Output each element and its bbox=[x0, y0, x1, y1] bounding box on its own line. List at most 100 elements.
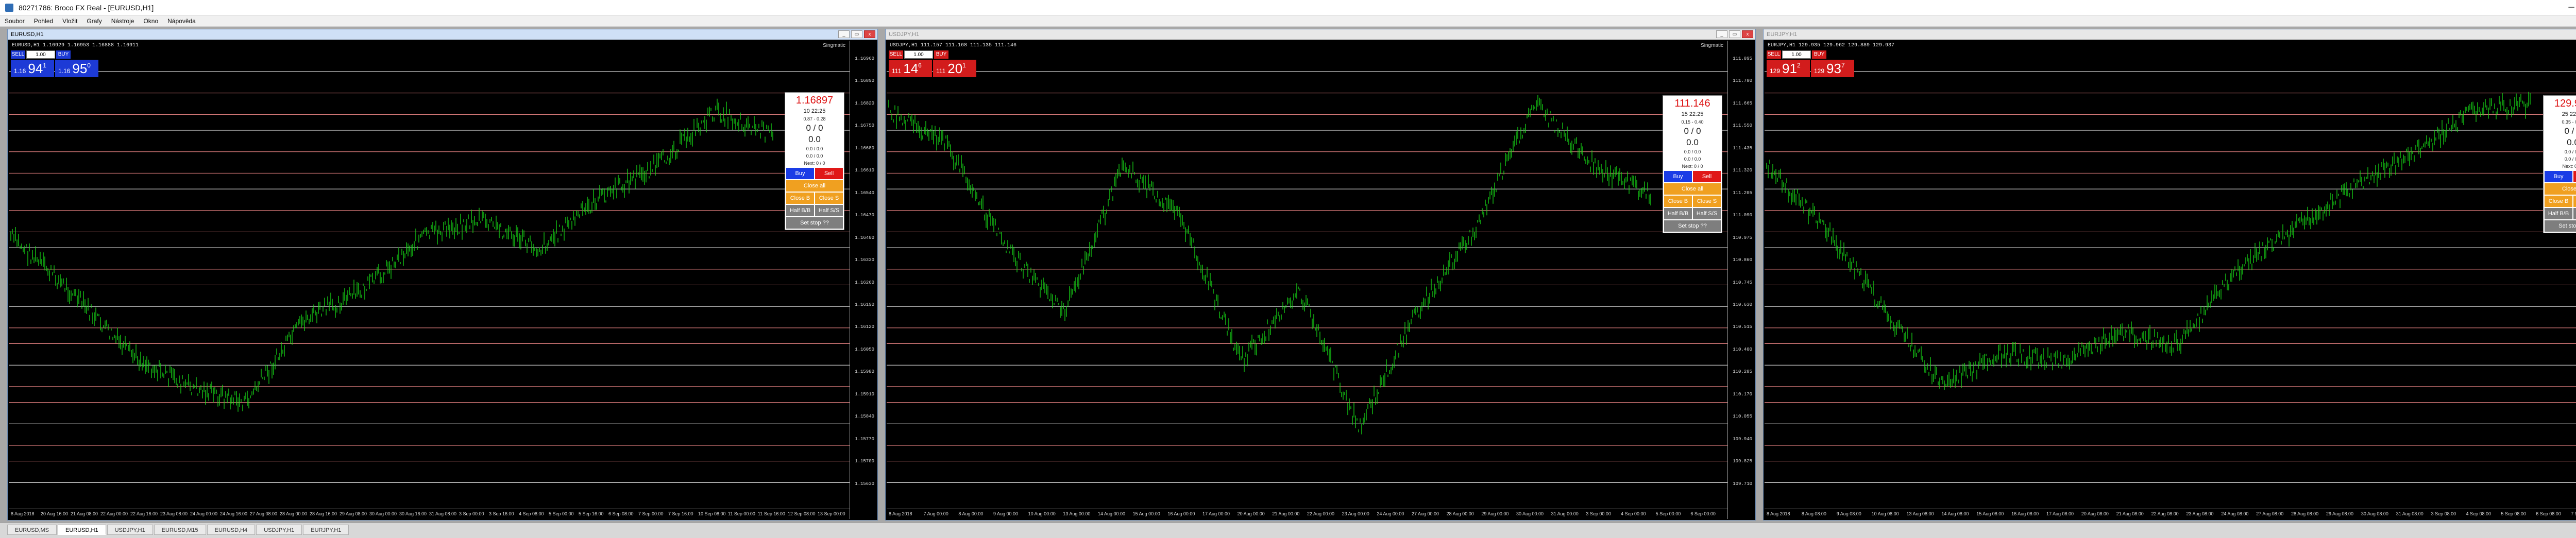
chart-tab-2[interactable]: USDJPY,H1 bbox=[107, 525, 153, 535]
caption-buttons: _ ▭ x bbox=[1716, 30, 1753, 38]
chart-restore-button[interactable]: ▭ bbox=[1729, 30, 1740, 38]
panel-close-all-button[interactable]: Close all bbox=[786, 180, 843, 192]
oct-sell-button[interactable]: SELL bbox=[889, 50, 903, 59]
panel-close-buy-button[interactable]: Close B bbox=[786, 193, 814, 204]
oct-ask-price[interactable]: 111 20 1 bbox=[933, 60, 976, 77]
oct-ask-price[interactable]: 1.16 95 0 bbox=[55, 60, 98, 77]
panel-half-sell-button[interactable]: Half S/S bbox=[2573, 208, 2576, 219]
chart-tab-3[interactable]: EURUSD,M15 bbox=[154, 525, 206, 535]
chart-tab-5[interactable]: USDJPY,H1 bbox=[256, 525, 302, 535]
panel-sell-button[interactable]: Sell bbox=[2573, 171, 2576, 182]
panel-half-sell-button[interactable]: Half S/S bbox=[1693, 208, 1721, 219]
oct-lot-input[interactable]: 1.00 bbox=[1782, 50, 1811, 59]
price-tick-label: 111.550 bbox=[1733, 123, 1752, 129]
bid-price-pips: 94 bbox=[28, 61, 43, 76]
panel-close-sell-button[interactable]: Close S bbox=[815, 193, 843, 204]
chart-window-caption[interactable]: USDJPY,H1 _ ▭ x bbox=[886, 29, 1755, 40]
price-tick-label: 1.16260 bbox=[855, 280, 874, 285]
chart-tab-4[interactable]: EURUSD,H4 bbox=[207, 525, 256, 535]
panel-buy-button[interactable]: Buy bbox=[786, 168, 814, 179]
menu-vlozit[interactable]: Vložit bbox=[58, 18, 82, 25]
panel-half-buy-button[interactable]: Half B/B bbox=[2545, 208, 2572, 219]
minimize-button[interactable]: ─ bbox=[2557, 0, 2576, 15]
time-axis[interactable]: 8 Aug 2018 7 Aug 00:00 8 Aug 00:00 9 Aug 00… bbox=[887, 509, 1727, 519]
panel-close-buy-button[interactable]: Close B bbox=[1664, 196, 1692, 207]
oct-buy-button[interactable]: BUY bbox=[934, 50, 948, 59]
panel-half-sell-button[interactable]: Half S/S bbox=[815, 205, 843, 216]
chart-plot-area[interactable]: 1.16960 1.16890 1.16820 1.16750 1.16680 1.166… bbox=[9, 41, 876, 519]
panel-half-buy-button[interactable]: Half B/B bbox=[786, 205, 814, 216]
panel-close-sell-button[interactable]: Close S bbox=[1693, 196, 1721, 207]
oct-lot-input[interactable]: 1.00 bbox=[904, 50, 933, 59]
oct-bid-price[interactable]: 111 14 6 bbox=[889, 60, 932, 77]
chart-minimize-button[interactable]: _ bbox=[1716, 30, 1727, 38]
chart-tab-6[interactable]: EURJPY,H1 bbox=[303, 525, 349, 535]
panel-half-buy-button[interactable]: Half B/B bbox=[1664, 208, 1692, 219]
oct-sell-button[interactable]: SELL bbox=[11, 50, 25, 59]
chart-tab-0[interactable]: EURUSD,MS bbox=[7, 525, 57, 535]
panel-range: 0.87 - 0.28 bbox=[803, 116, 826, 122]
app-logo-icon bbox=[5, 3, 13, 12]
panel-close-all-button[interactable]: Close all bbox=[2545, 183, 2576, 195]
price-tick-label: 1.16190 bbox=[855, 302, 874, 307]
panel-set-stop-button[interactable]: Set stop ?? bbox=[786, 217, 843, 229]
panel-sell-button[interactable]: Sell bbox=[1693, 171, 1721, 182]
price-tick-label: 1.15630 bbox=[855, 481, 874, 487]
panel-set-stop-button[interactable]: Set stop ?? bbox=[2545, 220, 2576, 232]
chart-close-button[interactable]: x bbox=[1742, 30, 1753, 38]
chart-plot-area[interactable]: 111.895 111.780 111.665 111.550 111.435 111.3… bbox=[887, 41, 1754, 519]
oct-ask-price[interactable]: 129 93 7 bbox=[1811, 60, 1854, 77]
panel-close-sell-button[interactable]: Close S bbox=[2573, 196, 2576, 207]
chart-restore-button[interactable]: ▭ bbox=[851, 30, 862, 38]
price-tick-label: 109.710 bbox=[1733, 481, 1752, 487]
panel-buy-button[interactable]: Buy bbox=[1664, 171, 1692, 182]
time-tick-label: 3 Sep 00:00 bbox=[1586, 511, 1611, 516]
oct-buy-button[interactable]: BUY bbox=[1812, 50, 1826, 59]
time-tick-label: 8 Aug 2018 bbox=[1767, 511, 1790, 516]
menu-okno[interactable]: Okno bbox=[139, 18, 163, 25]
price-tick-label: 110.860 bbox=[1733, 257, 1752, 263]
panel-profit: 0.0 bbox=[1686, 137, 1699, 147]
price-tick-label: 1.16400 bbox=[855, 235, 874, 240]
panel-close-all-button[interactable]: Close all bbox=[1664, 183, 1721, 195]
menu-soubor[interactable]: Soubor bbox=[0, 18, 29, 25]
oct-bid-price[interactable]: 129 91 2 bbox=[1767, 60, 1810, 77]
oct-sell-button[interactable]: SELL bbox=[1767, 50, 1781, 59]
panel-sell-button[interactable]: Sell bbox=[815, 168, 843, 179]
oct-buy-button[interactable]: BUY bbox=[56, 50, 71, 59]
time-tick-label: 12 Sep 08:00 bbox=[788, 511, 816, 516]
time-tick-label: 22 Aug 16:00 bbox=[130, 511, 158, 516]
price-axis[interactable]: 1.16960 1.16890 1.16820 1.16750 1.16680 1.166… bbox=[850, 41, 876, 519]
time-axis[interactable]: 8 Aug 2018 8 Aug 08:00 9 Aug 08:00 10 Aug 0… bbox=[1765, 509, 2576, 519]
menu-grafy[interactable]: Grafy bbox=[82, 18, 106, 25]
chart-tab-1[interactable]: EURUSD,H1 bbox=[58, 525, 106, 535]
time-axis[interactable]: 8 Aug 2018 20 Aug 16:00 21 Aug 08:00 22 Aug… bbox=[9, 509, 850, 519]
chart-close-button[interactable]: x bbox=[864, 30, 875, 38]
time-tick-label: 14 Aug 00:00 bbox=[1098, 511, 1126, 516]
oct-bid-price[interactable]: 1.16 94 1 bbox=[11, 60, 54, 77]
chart-window-2[interactable]: EURJPY,H1_▭x130.105129.915129.725129.535… bbox=[1763, 29, 2576, 520]
panel-range: 0.15 - 0.40 bbox=[1681, 119, 1704, 125]
chart-plot-area[interactable]: 130.105129.915129.725129.535129.345129.1… bbox=[1765, 41, 2576, 519]
ask-price-pips: 95 bbox=[72, 61, 88, 76]
time-tick-label: 21 Aug 08:00 bbox=[71, 511, 98, 516]
chart-minimize-button[interactable]: _ bbox=[838, 30, 850, 38]
panel-set-stop-button[interactable]: Set stop ?? bbox=[1664, 220, 1721, 232]
chart-window-0[interactable]: EURUSD,H1 _ ▭ x 1.16960 1.16890 1.16820 1.16750… bbox=[7, 29, 878, 520]
ask-price-prefix: 1.16 bbox=[58, 67, 71, 75]
menu-nastroje[interactable]: Nástroje bbox=[107, 18, 139, 25]
time-tick-label: 6 Sep 00:00 bbox=[1690, 511, 1716, 516]
panel-positions: 0 / 0 bbox=[2564, 126, 2576, 136]
oct-lot-input[interactable]: 1.00 bbox=[26, 50, 55, 59]
time-tick-label: 9 Aug 08:00 bbox=[1836, 511, 1861, 516]
panel-buy-button[interactable]: Buy bbox=[2545, 171, 2572, 182]
menu-napoveda[interactable]: Nápověda bbox=[163, 18, 200, 25]
chart-window-caption[interactable]: EURJPY,H1_▭x bbox=[1764, 29, 2576, 40]
time-tick-label: 4 Sep 08:00 bbox=[2466, 511, 2492, 516]
panel-next: Next: 0 / 0 bbox=[2562, 164, 2576, 169]
chart-window-1[interactable]: USDJPY,H1 _ ▭ x 111.895 111.780 111.665 111.550… bbox=[885, 29, 1756, 520]
panel-close-buy-button[interactable]: Close B bbox=[2545, 196, 2572, 207]
price-axis[interactable]: 111.895 111.780 111.665 111.550 111.435 111.3… bbox=[1727, 41, 1754, 519]
chart-window-caption[interactable]: EURUSD,H1 _ ▭ x bbox=[8, 29, 877, 40]
menu-pohled[interactable]: Pohled bbox=[29, 18, 58, 25]
